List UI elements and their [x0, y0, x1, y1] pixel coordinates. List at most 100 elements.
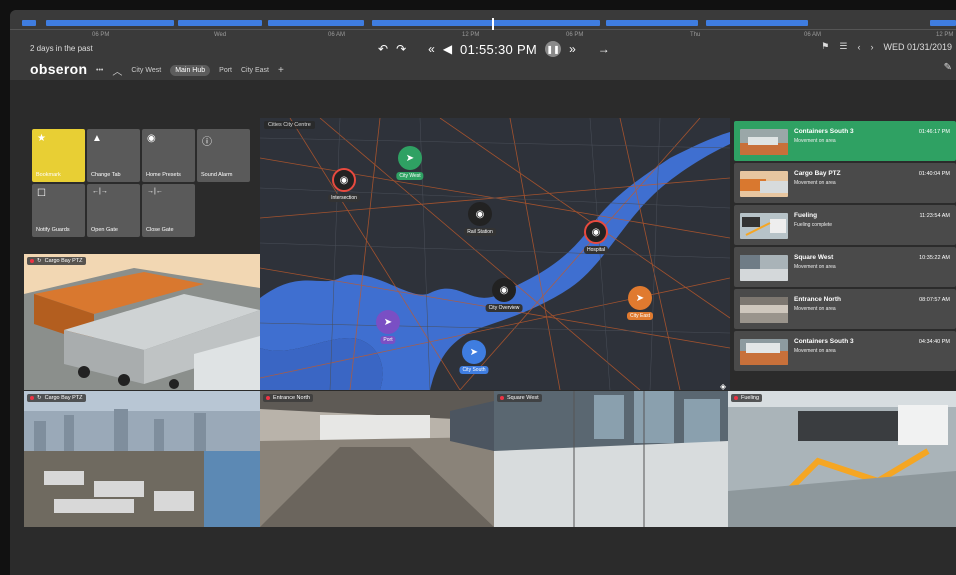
- timeline-cursor[interactable]: [492, 18, 494, 30]
- event-item[interactable]: Entrance North Movement on area 08:07:57…: [734, 289, 956, 329]
- monitor-bezel: 06 PM Wed 06 AM 12 PM 06 PM Thu 06 AM 12…: [0, 0, 956, 575]
- camera-cargo-bay-ptz-2[interactable]: ↻ Cargo Bay PTZ: [24, 391, 260, 527]
- tab-city-west[interactable]: City West: [131, 67, 161, 74]
- recording-dot: [734, 396, 738, 400]
- timeline-segment[interactable]: [706, 20, 808, 26]
- camera-fueling[interactable]: Fueling: [728, 391, 956, 527]
- tile-label: Home Presets: [146, 172, 181, 178]
- timeline-label: Wed: [214, 32, 227, 38]
- undo-icon[interactable]: ↶: [378, 42, 388, 56]
- chevron-up-icon[interactable]: ︿: [112, 63, 122, 78]
- timeline-segment[interactable]: [606, 20, 698, 26]
- city-map[interactable]: Cities City Centre ➤ City West ◉ Interse…: [260, 118, 730, 390]
- list-icon[interactable]: ☰: [839, 41, 847, 52]
- bookmark-tile[interactable]: ★ Bookmark: [32, 129, 85, 182]
- edit-icon[interactable]: ✎: [944, 62, 952, 73]
- timeline-label: 06 PM: [566, 32, 584, 38]
- tile-label: Sound Alarm: [201, 172, 233, 178]
- pin-city-west[interactable]: ➤: [398, 146, 422, 170]
- close-gate-tile[interactable]: →|← Close Gate: [142, 184, 195, 237]
- event-subtitle: Fueling complete: [794, 222, 833, 228]
- event-item[interactable]: Square West Movement on area 10:35:22 AM: [734, 247, 956, 287]
- map-breadcrumb[interactable]: Cities City Centre: [264, 121, 315, 129]
- tab-city-east[interactable]: City East: [241, 67, 269, 74]
- timeline-segment[interactable]: [178, 20, 262, 26]
- camera-tag: Square West: [497, 394, 542, 402]
- open-gate-icon: ←|→: [92, 188, 108, 195]
- camera-entrance-north[interactable]: Entrance North: [260, 391, 494, 527]
- star-icon: ★: [37, 133, 46, 144]
- flag-icon[interactable]: ⚑: [821, 41, 829, 52]
- event-time: 11:23:54 AM: [919, 213, 950, 219]
- chevron-left-icon[interactable]: ‹: [857, 42, 860, 52]
- fast-forward-icon[interactable]: »: [569, 42, 576, 56]
- event-title: Entrance North: [794, 296, 841, 303]
- notify-guards-tile[interactable]: ☐ Notify Guards: [32, 184, 85, 237]
- camera-square-west[interactable]: Square West: [494, 391, 728, 527]
- pin-hospital[interactable]: ◉: [584, 220, 608, 244]
- event-thumbnail: [740, 129, 788, 155]
- pin-label: Hospital: [583, 246, 609, 254]
- timeline-segment[interactable]: [930, 20, 956, 26]
- event-item[interactable]: Containers South 3 Movement on area 04:3…: [734, 331, 956, 371]
- timeline-segment[interactable]: [372, 20, 600, 26]
- recording-dot: [500, 396, 504, 400]
- event-title: Fueling: [794, 212, 818, 219]
- event-time: 08:07:57 AM: [919, 297, 950, 303]
- location-arrow-icon: ➤: [405, 152, 415, 164]
- sound-alarm-tile[interactable]: ⓘ Sound Alarm: [197, 129, 250, 182]
- timeline[interactable]: 06 PM Wed 06 AM 12 PM 06 PM Thu 06 AM 12…: [10, 10, 956, 38]
- pin-rail-station[interactable]: ◉: [468, 202, 492, 226]
- camera-cargo-bay-ptz[interactable]: ↻ Cargo Bay PTZ: [24, 254, 260, 390]
- timeline-segment[interactable]: [46, 20, 174, 26]
- map-canvas: [260, 118, 730, 390]
- event-subtitle: Movement on area: [794, 264, 836, 270]
- play-reverse-icon[interactable]: ◀: [443, 42, 452, 56]
- redo-icon[interactable]: ↷: [396, 42, 406, 56]
- event-thumbnail: [740, 171, 788, 197]
- chevron-right-icon[interactable]: ›: [870, 42, 873, 52]
- tab-port[interactable]: Port: [219, 67, 232, 74]
- pin-city-east[interactable]: ➤: [628, 286, 652, 310]
- more-button[interactable]: •••: [96, 67, 103, 74]
- camera-icon: ◉: [147, 133, 156, 144]
- event-item[interactable]: Fueling Fueling complete 11:23:54 AM: [734, 205, 956, 245]
- camera-icon: ◉: [499, 284, 509, 296]
- triangle-icon: ▲: [92, 133, 102, 144]
- timeline-label: 06 AM: [804, 32, 822, 38]
- tab-main-hub[interactable]: Main Hub: [170, 65, 211, 76]
- pin-intersection[interactable]: ◉: [332, 168, 356, 192]
- current-date[interactable]: WED 01/31/2019: [883, 42, 952, 52]
- timeline-label: 12 PM: [462, 32, 480, 38]
- pause-button[interactable]: ❚❚: [545, 41, 562, 57]
- timeline-segment[interactable]: [268, 20, 364, 26]
- pin-label: City South: [459, 366, 489, 374]
- rewind-icon[interactable]: «: [428, 42, 435, 56]
- timeline-label: 06 AM: [328, 32, 346, 38]
- add-tab-button[interactable]: +: [278, 65, 284, 76]
- camera-icon: ◉: [339, 174, 349, 186]
- home-presets-tile[interactable]: ◉ Home Presets: [142, 129, 195, 182]
- event-subtitle: Movement on area: [794, 138, 836, 144]
- change-tab-tile[interactable]: ▲ Change Tab: [87, 129, 140, 182]
- jump-live-icon[interactable]: →: [598, 42, 610, 56]
- top-bar: 06 PM Wed 06 AM 12 PM 06 PM Thu 06 AM 12…: [10, 10, 956, 80]
- open-gate-tile[interactable]: ←|→ Open Gate: [87, 184, 140, 237]
- pin-city-south[interactable]: ➤: [462, 340, 486, 364]
- square-icon: ☐: [37, 188, 46, 199]
- event-item[interactable]: Containers South 3 Movement on area 01:4…: [734, 121, 956, 161]
- pin-label: City West: [396, 172, 424, 180]
- pin-city-overview[interactable]: ◉: [492, 278, 516, 302]
- timeline-segment[interactable]: [22, 20, 36, 26]
- camera-name: Entrance North: [273, 395, 310, 401]
- pin-port[interactable]: ➤: [376, 310, 400, 334]
- camera-feed: [24, 254, 260, 390]
- app-screen: 06 PM Wed 06 AM 12 PM 06 PM Thu 06 AM 12…: [10, 10, 956, 575]
- camera-feed: [728, 391, 956, 527]
- event-title: Cargo Bay PTZ: [794, 170, 841, 177]
- layers-icon[interactable]: ◈: [720, 382, 726, 391]
- tab-bar: ••• ︿ City West Main Hub Port City East …: [96, 63, 284, 78]
- camera-tag: ↻ Cargo Bay PTZ: [27, 257, 86, 265]
- event-item[interactable]: Cargo Bay PTZ Movement on area 01:40:04 …: [734, 163, 956, 203]
- location-arrow-icon: ➤: [469, 346, 479, 358]
